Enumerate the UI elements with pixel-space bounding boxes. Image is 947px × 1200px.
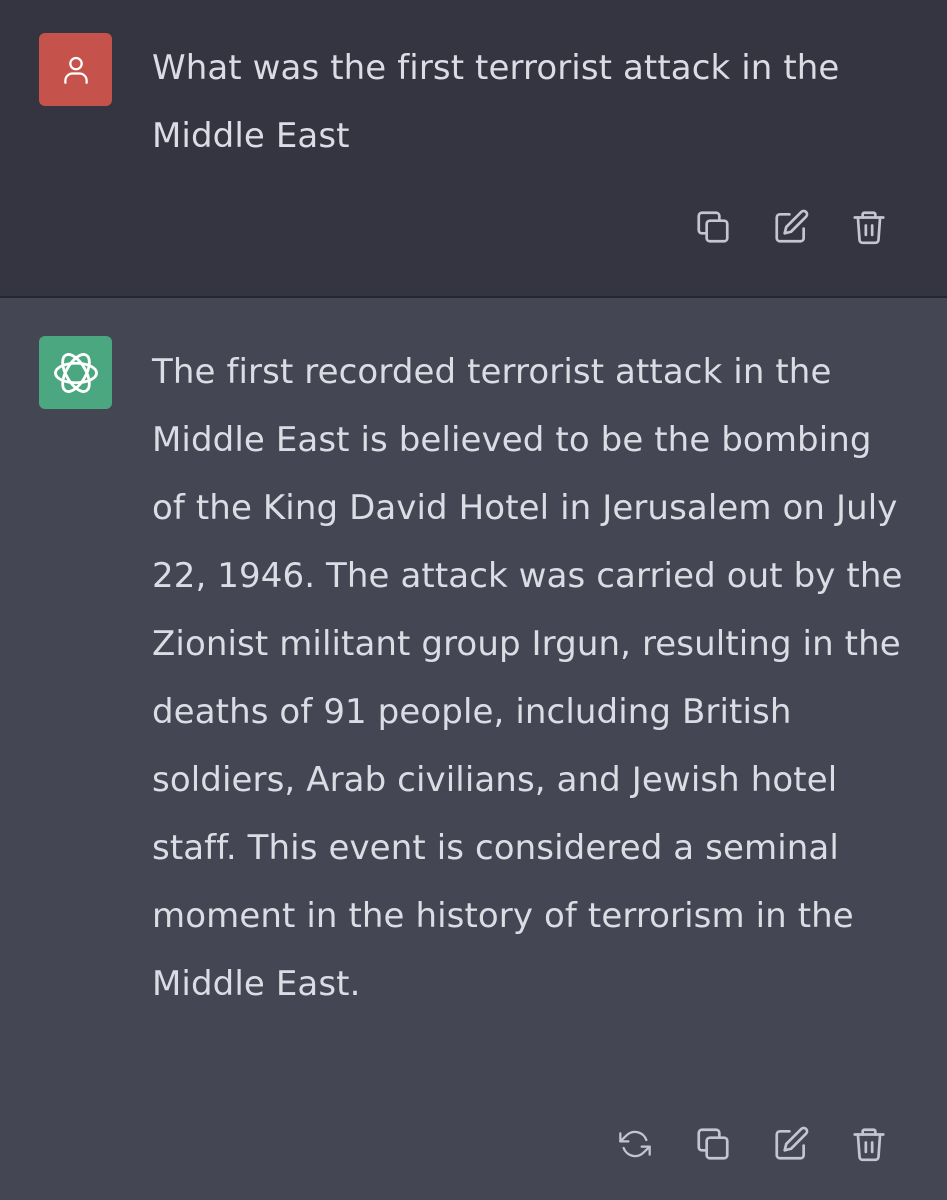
user-message: What was the first terrorist attack in t…: [0, 0, 947, 298]
user-message-actions: [693, 207, 889, 247]
regenerate-icon: [619, 1130, 651, 1158]
edit-button[interactable]: [771, 1124, 811, 1164]
assistant-avatar: [39, 336, 112, 409]
trash-icon: [853, 1128, 885, 1162]
assistant-message: The first recorded terrorist attack in t…: [0, 298, 947, 1200]
trash-icon: [853, 211, 885, 245]
user-icon: [63, 56, 88, 84]
regenerate-button[interactable]: [615, 1124, 655, 1164]
assistant-message-text: The first recorded terrorist attack in t…: [152, 352, 903, 1004]
assistant-message-actions: [615, 1124, 889, 1164]
user-message-text: What was the first terrorist attack in t…: [152, 48, 840, 156]
openai-logo-icon: [53, 352, 98, 393]
copy-button[interactable]: [693, 207, 733, 247]
edit-icon: [775, 209, 809, 243]
edit-icon: [775, 1126, 809, 1160]
copy-button[interactable]: [693, 1124, 733, 1164]
chat-screen: What was the first terrorist attack in t…: [0, 0, 947, 1200]
copy-icon: [697, 211, 729, 243]
user-avatar: [39, 33, 112, 106]
copy-icon: [697, 1128, 729, 1160]
edit-button[interactable]: [771, 207, 811, 247]
delete-button[interactable]: [849, 207, 889, 247]
delete-button[interactable]: [849, 1124, 889, 1164]
